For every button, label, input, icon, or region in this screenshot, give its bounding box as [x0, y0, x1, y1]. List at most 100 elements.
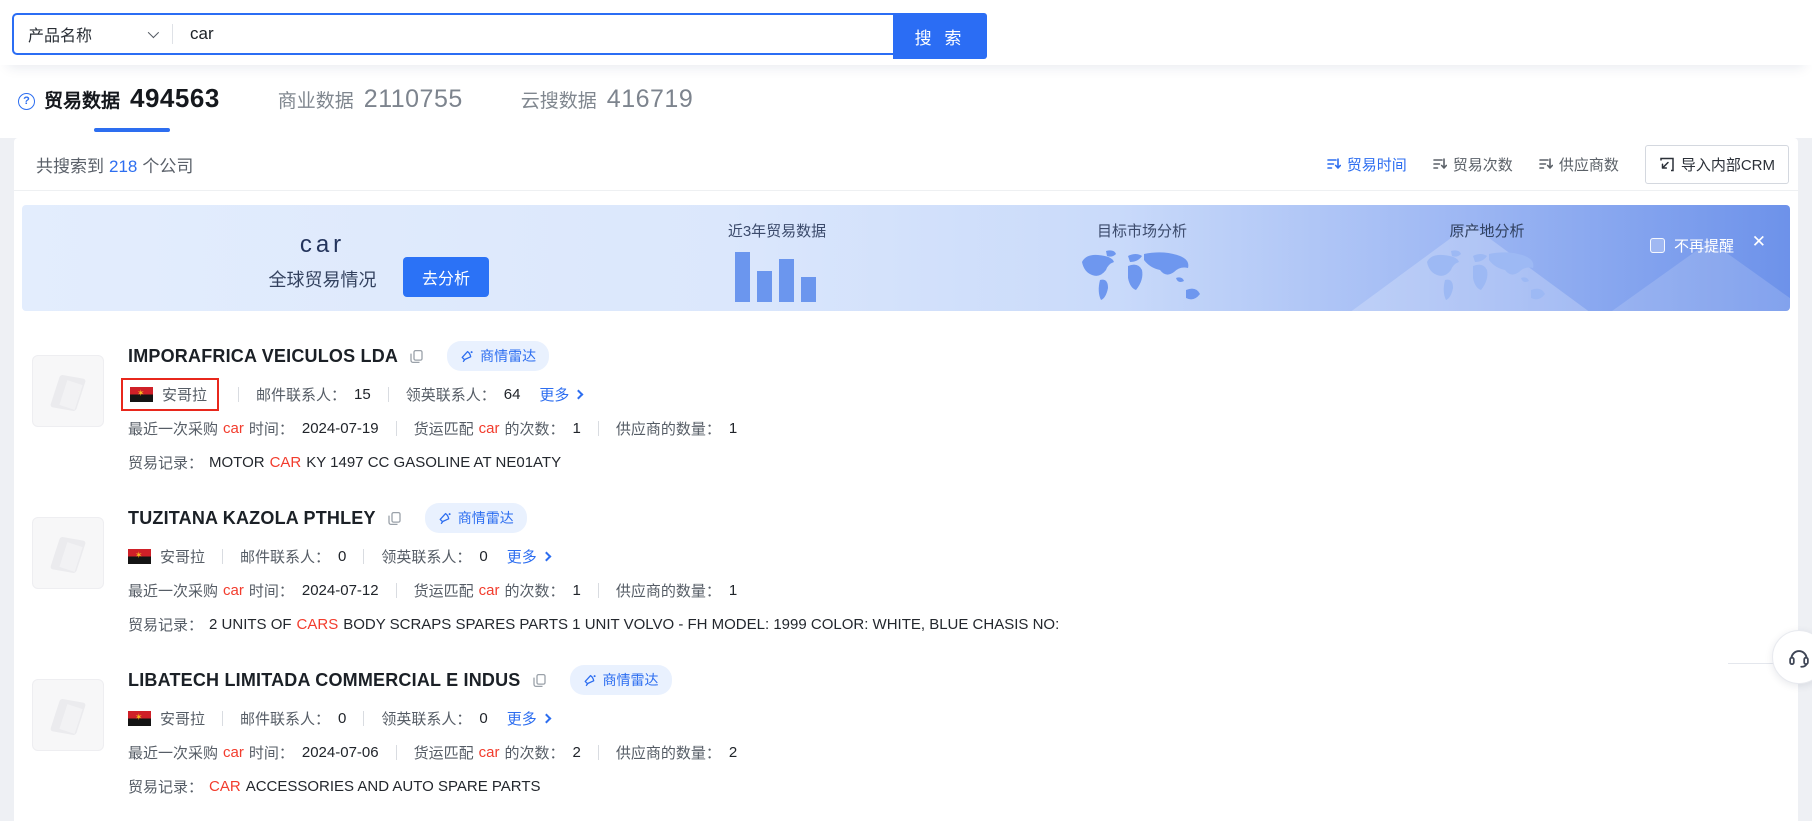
- freight-count-value: 1: [572, 420, 580, 437]
- freight-count-value: 1: [572, 582, 580, 599]
- tab-count: 2110755: [364, 85, 463, 114]
- help-icon[interactable]: ?: [18, 93, 35, 110]
- headset-icon: [1786, 644, 1812, 670]
- banner-section-target-market: 目标市场分析: [1062, 220, 1222, 311]
- radar-icon: [583, 673, 597, 687]
- freight-label: 的次数：: [504, 418, 564, 439]
- divider: [598, 745, 599, 760]
- sort-icon: [1327, 157, 1341, 171]
- email-contacts-value: 0: [338, 710, 346, 727]
- record-pre: 2 UNITS OF: [209, 616, 292, 633]
- linkedin-contacts-value: 0: [479, 548, 487, 565]
- sort-icon: [1539, 157, 1553, 171]
- purchase-label: 最近一次采购: [128, 580, 218, 601]
- divider: [598, 421, 599, 436]
- company-name[interactable]: LIBATECH LIMITADA COMMERCIAL E INDUS: [128, 670, 521, 691]
- supplier-label: 供应商的数量：: [616, 418, 721, 439]
- company-thumbnail: [32, 355, 104, 427]
- trade-record-label: 贸易记录：: [128, 452, 203, 473]
- tab-cloud-search-data[interactable]: 云搜数据 416719: [521, 85, 693, 132]
- email-contacts-value: 15: [354, 386, 371, 403]
- banner-section-label: 目标市场分析: [1097, 220, 1187, 241]
- record-post: ACCESSORIES AND AUTO SPARE PARTS: [246, 778, 541, 795]
- more-link[interactable]: 更多: [539, 384, 582, 405]
- freight-label: 的次数：: [504, 580, 564, 601]
- dismiss-label: 不再提醒: [1674, 235, 1734, 256]
- banner-section-origin: 原产地分析: [1407, 220, 1567, 311]
- record-keyword: CAR: [209, 778, 241, 795]
- business-radar-badge[interactable]: 商情雷达: [570, 665, 672, 695]
- found-suffix: 个公司: [142, 157, 193, 176]
- badge-label: 商情雷达: [458, 508, 514, 528]
- chevron-down-icon: [148, 27, 159, 38]
- linkedin-contacts-value: 0: [479, 710, 487, 727]
- copy-icon[interactable]: [532, 673, 547, 688]
- analyze-button[interactable]: 去分析: [403, 257, 489, 297]
- copy-icon[interactable]: [409, 349, 424, 364]
- search-button[interactable]: 搜 索: [893, 13, 987, 59]
- radar-icon: [460, 349, 474, 363]
- business-radar-badge[interactable]: 商情雷达: [447, 341, 549, 371]
- divider: [238, 387, 239, 402]
- purchase-label: 最近一次采购: [128, 418, 218, 439]
- divider: [396, 745, 397, 760]
- keyword-highlight: car: [223, 582, 244, 599]
- business-radar-badge[interactable]: 商情雷达: [425, 503, 527, 533]
- supplier-label: 供应商的数量：: [616, 580, 721, 601]
- sort-label: 贸易次数: [1453, 154, 1513, 175]
- more-label: 更多: [539, 384, 569, 405]
- search-category-dropdown[interactable]: 产品名称: [14, 15, 172, 53]
- search-box: 产品名称 搜 索: [12, 13, 987, 55]
- divider: [388, 387, 389, 402]
- copy-icon[interactable]: [387, 511, 402, 526]
- tab-count: 494563: [130, 83, 220, 114]
- purchase-date-value: 2024-07-19: [302, 420, 379, 437]
- keyword-highlight: car: [479, 420, 500, 437]
- more-link[interactable]: 更多: [507, 546, 550, 567]
- linkedin-contacts-label: 领英联系人：: [381, 546, 471, 567]
- badge-label: 商情雷达: [480, 346, 536, 366]
- search-input[interactable]: [173, 15, 895, 53]
- country-chip-highlighted: 安哥拉: [121, 378, 219, 411]
- freight-label: 货运匹配: [414, 580, 474, 601]
- keyword-highlight: car: [479, 582, 500, 599]
- tab-label: 云搜数据: [521, 86, 597, 113]
- supplier-count-value: 1: [729, 420, 737, 437]
- company-name[interactable]: TUZITANA KAZOLA PTHLEY: [128, 508, 376, 529]
- import-crm-label: 导入内部CRM: [1681, 154, 1775, 175]
- sort-trade-count[interactable]: 贸易次数: [1433, 154, 1513, 175]
- country-label: 安哥拉: [160, 546, 205, 567]
- purchase-label: 时间：: [249, 418, 294, 439]
- tab-business-data[interactable]: 商业数据 2110755: [278, 85, 463, 132]
- sort-label: 贸易时间: [1347, 154, 1407, 175]
- results-header: 共搜索到218个公司 贸易时间 贸易次数 供应商数 导入内部CRM: [14, 138, 1798, 190]
- banner-section-label: 近3年贸易数据: [728, 220, 826, 241]
- angola-flag-icon: [130, 387, 153, 402]
- email-contacts-label: 邮件联系人：: [240, 708, 330, 729]
- import-crm-button[interactable]: 导入内部CRM: [1645, 145, 1789, 184]
- banner-keyword: car: [250, 231, 395, 259]
- tab-count: 416719: [607, 85, 693, 114]
- freight-label: 货运匹配: [414, 418, 474, 439]
- close-icon[interactable]: ✕: [1752, 232, 1766, 252]
- search-category-label: 产品名称: [28, 22, 92, 46]
- results-count-text: 共搜索到218个公司: [36, 152, 193, 177]
- more-link[interactable]: 更多: [507, 708, 550, 729]
- email-contacts-label: 邮件联系人：: [256, 384, 346, 405]
- company-thumbnail: [32, 517, 104, 589]
- purchase-label: 最近一次采购: [128, 742, 218, 763]
- top-search-strip: 产品名称 搜 索: [0, 0, 1812, 65]
- record-post: KY 1497 CC GASOLINE AT NE01ATY: [306, 454, 561, 471]
- email-contacts-value: 0: [338, 548, 346, 565]
- tab-trade-data[interactable]: 贸易数据 494563: [44, 83, 220, 132]
- freight-count-value: 2: [572, 744, 580, 761]
- email-contacts-label: 邮件联系人：: [240, 546, 330, 567]
- results-card: 共搜索到218个公司 贸易时间 贸易次数 供应商数 导入内部CRM: [14, 138, 1798, 821]
- dismiss-checkbox[interactable]: [1650, 238, 1665, 253]
- more-label: 更多: [507, 546, 537, 567]
- found-count: 218: [109, 157, 137, 176]
- company-name[interactable]: IMPORAFRICA VEICULOS LDA: [128, 346, 398, 367]
- divider: [396, 583, 397, 598]
- sort-trade-time[interactable]: 贸易时间: [1327, 154, 1407, 175]
- sort-supplier-count[interactable]: 供应商数: [1539, 154, 1619, 175]
